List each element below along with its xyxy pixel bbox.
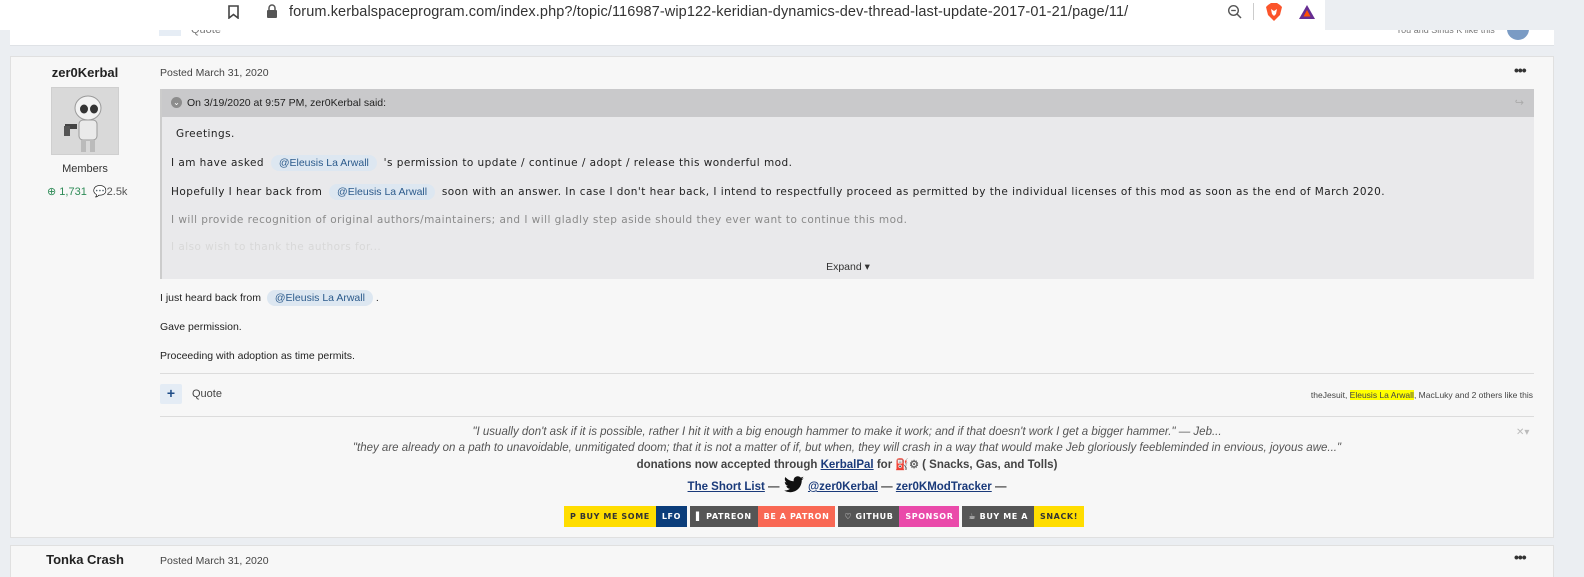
body-line-2: Gave permission. [160, 321, 242, 333]
quote-header: ⌄ On 3/19/2020 at 9:57 PM, zer0Kerbal sa… [162, 89, 1534, 117]
prev-multiquote-button[interactable] [159, 30, 181, 36]
signature-links: The Short List — @zer0Kerbal — zer0KModT… [160, 476, 1534, 494]
quote-line-2-end: 's permission to update / continue / ado… [383, 157, 793, 169]
donations-text-end: ( Snacks, Gas, and Tolls) [918, 459, 1058, 471]
next-post-date[interactable]: Posted March 31, 2020 [160, 555, 269, 567]
reputation-plus-icon: ⊕ [47, 186, 57, 198]
body-line-1-end: . [375, 292, 379, 304]
links-dash-1: — [764, 481, 783, 493]
quote-line-1: Greetings. [176, 128, 235, 140]
likes-text[interactable]: theJesuit, Eleusis La Arwall, MacLuky an… [1311, 390, 1533, 400]
author-group: Members [62, 163, 108, 175]
post-menu-button[interactable]: ••• [1514, 62, 1527, 78]
brave-shield-icon[interactable] [1265, 2, 1283, 22]
badge-github[interactable]: ♡ GITHUB [838, 506, 900, 527]
quote-line-3: Hopefully I hear back from @Eleusis La A… [171, 184, 1385, 200]
badge-sponsor[interactable]: SPONSOR [899, 506, 960, 527]
quote-button[interactable]: Quote [192, 388, 222, 400]
donation-badges: P BUY ME SOME LFO ▌ PATREON BE A PATRON ♡ GI… [564, 506, 1084, 527]
signature-quote-2: "they are already on a path to unavoidab… [352, 442, 1342, 454]
mention-link[interactable]: @Eleusis La Arwall [329, 184, 436, 200]
bookmark-icon[interactable] [228, 5, 239, 19]
author-name[interactable]: zer0Kerbal [11, 65, 159, 80]
quote-block: ⌄ On 3/19/2020 at 9:57 PM, zer0Kerbal sa… [160, 89, 1534, 279]
body-line-1: I just heard back from @Eleusis La Arwal… [160, 290, 379, 306]
signature-divider [160, 416, 1534, 417]
kerbalpal-link[interactable]: KerbalPal [821, 459, 874, 471]
toolbar-extension-area [1325, 0, 1584, 30]
badge-buy-me-some[interactable]: P BUY ME SOME [564, 506, 656, 527]
reputation-count[interactable]: 1,731 [59, 186, 87, 198]
actions-divider [160, 373, 1534, 374]
right-gutter [1566, 30, 1584, 577]
badge-lfo[interactable]: LFO [655, 506, 687, 527]
donations-text-mid: for [873, 459, 896, 471]
donations-text-start: donations now accepted through [636, 459, 821, 471]
next-author-name[interactable]: Tonka Crash [11, 552, 159, 567]
badge-patreon[interactable]: ▌ PATREON [690, 506, 758, 527]
likes-highlighted-user[interactable]: Eleusis La Arwall [1349, 390, 1414, 400]
zoom-icon[interactable] [1227, 4, 1243, 20]
likes-users-start[interactable]: theJesuit, [1311, 390, 1350, 400]
body-line-3: Proceeding with adoption as time permits… [160, 350, 355, 362]
quote-line-3-end: soon with an answer. In case I don't hea… [441, 186, 1386, 198]
url-field[interactable]: forum.kerbalspaceprogram.com/index.php?/… [289, 4, 1128, 20]
post-date[interactable]: Posted March 31, 2020 [160, 67, 269, 79]
quote-share-icon[interactable]: ↪ [1515, 96, 1524, 109]
badge-snack[interactable]: SNACK! [1034, 506, 1084, 527]
signature-quote-1: "I usually don't ask if it is possible, … [472, 426, 1222, 438]
quote-citation: On 3/19/2020 at 9:57 PM, zer0Kerbal said… [187, 97, 387, 109]
address-bar: forum.kerbalspaceprogram.com/index.php?/… [0, 0, 1584, 30]
mention-link[interactable]: @Eleusis La Arwall [270, 155, 377, 171]
avatar[interactable] [51, 87, 119, 155]
author-stats: ⊕ 1,731 💬2.5k [47, 185, 127, 198]
modtracker-link[interactable]: zer0KModTracker [896, 481, 992, 493]
twitter-handle-link[interactable]: @zer0Kerbal [808, 481, 878, 493]
collapse-toggle-icon[interactable]: ⌄ [171, 97, 182, 108]
badge-be-a-patron[interactable]: BE A PATRON [757, 506, 836, 527]
quote-line-5: I also wish to thank the authors for... [171, 241, 382, 253]
bat-rewards-icon[interactable] [1298, 4, 1316, 20]
signature-donations: donations now accepted through KerbalPal… [160, 458, 1534, 471]
lock-icon[interactable] [266, 4, 278, 19]
robot-avatar-icon [52, 88, 118, 154]
comment-icon: 💬 [92, 186, 107, 198]
forum-post: zer0Kerbal Members ⊕ 1,731 💬2.5k Posted … [10, 56, 1554, 538]
badge-buy-me-a[interactable]: ☕ BUY ME A [962, 506, 1034, 527]
next-post-menu-button[interactable]: ••• [1514, 549, 1527, 565]
twitter-icon[interactable] [783, 476, 805, 494]
multiquote-button[interactable]: + [160, 384, 182, 404]
previous-post: Quote You and Sirius K like this [10, 30, 1554, 46]
likes-users-end[interactable]: , MacLuky and 2 others like this [1414, 390, 1533, 400]
next-post: Tonka Crash Posted March 31, 2020 ••• [10, 545, 1554, 577]
links-dash-2: — [877, 481, 896, 493]
toolbar-separator [1253, 3, 1254, 20]
quote-line-3-start: Hopefully I hear back from [171, 186, 323, 198]
quote-line-2: I am have asked @Eleusis La Arwall 's pe… [171, 155, 792, 171]
short-list-link[interactable]: The Short List [688, 481, 765, 493]
quote-line-4: I will provide recognition of original a… [171, 214, 908, 226]
expand-button[interactable]: Expand ▾ [162, 261, 1534, 273]
fuel-icons: ⛽⚙ [895, 459, 919, 471]
post-count: 2.5k [106, 186, 128, 198]
mention-link[interactable]: @Eleusis La Arwall [266, 290, 373, 306]
quote-line-2-start: I am have asked [171, 157, 265, 169]
body-line-1-start: I just heard back from [160, 292, 261, 304]
links-dash-3: — [991, 481, 1007, 493]
